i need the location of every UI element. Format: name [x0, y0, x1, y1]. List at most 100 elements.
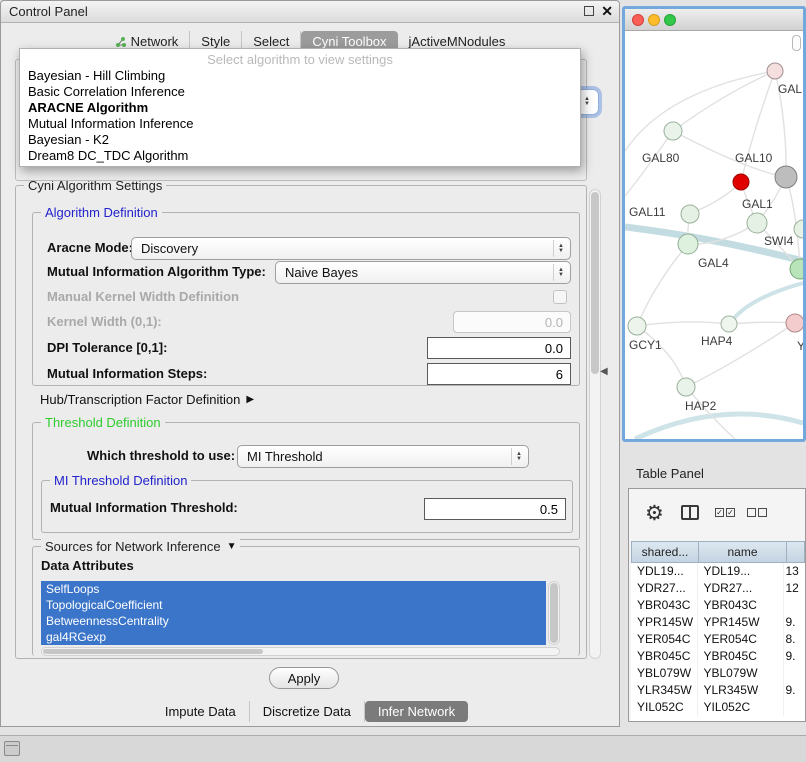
table-row[interactable]: YIL052CYIL052C: [631, 699, 805, 716]
attributes-vertical-scrollbar[interactable]: [548, 581, 560, 645]
mi-type-label: Mutual Information Algorithm Type:: [47, 261, 266, 283]
algorithm-menu-item[interactable]: Basic Correlation Inference: [20, 84, 580, 100]
table-cell: [784, 665, 806, 682]
table-cell: YBR043C: [698, 597, 784, 614]
sources-toggle[interactable]: Sources for Network Inference ▼: [41, 539, 240, 554]
algorithm-menu-item[interactable]: Dream8 DC_TDC Algorithm: [20, 148, 580, 164]
table-cell: [784, 597, 806, 614]
dpi-tolerance-input[interactable]: 0.0: [427, 337, 571, 359]
table-panel-title: Table Panel: [636, 466, 704, 481]
mi-steps-input[interactable]: 6: [427, 363, 571, 385]
network-node[interactable]: [664, 122, 682, 140]
dropdown-placeholder: Select algorithm to view settings: [20, 51, 580, 68]
hub-definition-toggle[interactable]: Hub/Transcription Factor Definition ▶: [40, 392, 254, 407]
network-edge[interactable]: [637, 244, 688, 326]
network-node[interactable]: [786, 314, 803, 332]
tab-impute-data[interactable]: Impute Data: [152, 701, 250, 722]
network-window-titlebar[interactable]: [625, 9, 803, 31]
table-row[interactable]: YER054CYER054C8.: [631, 631, 805, 648]
algorithm-menu-item[interactable]: Mutual Information Inference: [20, 116, 580, 132]
close-icon[interactable]: ✕: [601, 4, 613, 18]
manual-kernel-label: Manual Kernel Width Definition: [47, 286, 239, 308]
attribute-item[interactable]: BetweennessCentrality: [41, 613, 546, 629]
tab-infer-network[interactable]: Infer Network: [365, 701, 468, 722]
table-cell: YBL079W: [698, 665, 784, 682]
table-row[interactable]: YPR145WYPR145W9.: [631, 614, 805, 631]
splitter-collapse-icon[interactable]: ◀: [600, 366, 608, 377]
table-cell: 13: [784, 563, 806, 580]
unselect-all-columns-icon[interactable]: [747, 508, 767, 517]
which-threshold-combobox[interactable]: MI Threshold ▲▼: [237, 445, 529, 468]
network-edge[interactable]: [637, 326, 686, 387]
network-node[interactable]: [677, 378, 695, 396]
network-canvas[interactable]: GALGAL80GAL10GAL11GAL1SWI4GAL4GCY1HAP4YH…: [625, 31, 803, 439]
mi-type-combobox[interactable]: Naive Bayes ▲▼: [275, 261, 571, 284]
minimize-traffic-light[interactable]: [648, 14, 660, 26]
combo-stepper-icon: ▲▼: [579, 92, 594, 112]
select-all-columns-icon[interactable]: ✓ ✓: [715, 508, 735, 517]
network-edge[interactable]: [686, 323, 795, 387]
network-node-label: HAP4: [701, 334, 733, 348]
network-node[interactable]: [678, 234, 698, 254]
table-row[interactable]: YDR27...YDR27...12: [631, 580, 805, 597]
network-node[interactable]: [767, 63, 783, 79]
gear-icon[interactable]: ⚙: [645, 499, 664, 529]
network-node[interactable]: [721, 316, 737, 332]
network-edge[interactable]: [635, 414, 803, 439]
network-node-label: GAL1: [742, 197, 773, 211]
attribute-item[interactable]: TopologicalCoefficient: [41, 597, 546, 613]
column-header-name[interactable]: name: [699, 541, 787, 563]
algorithm-menu-item[interactable]: Bayesian - K2: [20, 132, 580, 148]
column-header-shared-name[interactable]: shared...: [631, 541, 699, 563]
table-header: shared... name: [631, 541, 805, 563]
network-edge[interactable]: [729, 322, 795, 324]
control-panel-titlebar[interactable]: Control Panel ✕: [1, 1, 619, 23]
table-row[interactable]: YBR043CYBR043C: [631, 597, 805, 614]
table-row[interactable]: YLR345WYLR345W9.: [631, 682, 805, 699]
attribute-item[interactable]: gal4RGexp: [41, 629, 546, 645]
network-edge[interactable]: [673, 71, 775, 131]
kernel-width-label: Kernel Width (0,1):: [47, 311, 162, 333]
table-cell: 9.: [784, 682, 806, 699]
zoom-traffic-light[interactable]: [664, 14, 676, 26]
table-row[interactable]: YBR045CYBR045C9.: [631, 648, 805, 665]
attribute-item[interactable]: SelfLoops: [41, 581, 546, 597]
cyni-bottom-tabbar: Impute Data Discretize Data Infer Networ…: [1, 701, 619, 722]
close-traffic-light[interactable]: [632, 14, 644, 26]
data-attributes-list[interactable]: SelfLoopsTopologicalCoefficientBetweenne…: [41, 581, 546, 645]
tab-discretize-data[interactable]: Discretize Data: [250, 701, 365, 722]
network-node[interactable]: [681, 205, 699, 223]
attributes-horizontal-scrollbar[interactable]: [41, 647, 560, 656]
aracne-mode-combobox[interactable]: Discovery ▲▼: [131, 237, 571, 260]
table-cell: 12: [784, 580, 806, 597]
table-cell: 9.: [784, 614, 806, 631]
table-row[interactable]: YBL079WYBL079W: [631, 665, 805, 682]
float-window-icon[interactable]: [584, 6, 594, 16]
column-header-cutoff[interactable]: [787, 541, 805, 563]
combo-stepper-icon: ▲▼: [553, 240, 568, 257]
network-scrollbar-thumb[interactable]: [792, 35, 801, 51]
mi-threshold-input[interactable]: 0.5: [424, 498, 566, 520]
sources-title: Sources for Network Inference: [45, 539, 221, 554]
table-cell: YDR27...: [698, 580, 784, 597]
collapsed-panel-icon[interactable]: [4, 741, 20, 756]
network-node[interactable]: [733, 174, 749, 190]
apply-button[interactable]: Apply: [269, 667, 339, 689]
table-row[interactable]: YDL19...YDL19...13: [631, 563, 805, 580]
network-node[interactable]: [747, 213, 767, 233]
kernel-width-input[interactable]: 0.0: [453, 311, 571, 333]
algorithm-menu-item[interactable]: Bayesian - Hill Climbing: [20, 68, 580, 84]
data-attributes-label: Data Attributes: [41, 555, 134, 577]
network-node[interactable]: [790, 259, 803, 279]
show-columns-icon[interactable]: [681, 505, 699, 520]
network-node[interactable]: [775, 166, 797, 188]
network-node[interactable]: [628, 317, 646, 335]
algorithm-menu-item[interactable]: ARACNE Algorithm: [20, 100, 580, 116]
control-panel-title: Control Panel: [9, 4, 88, 19]
manual-kernel-checkbox[interactable]: [553, 290, 567, 304]
settings-scrollbar[interactable]: [589, 189, 601, 659]
network-node-label: HAP2: [685, 399, 717, 413]
table-cell: YDR27...: [631, 580, 698, 597]
network-view-window: GALGAL80GAL10GAL11GAL1SWI4GAL4GCY1HAP4YH…: [622, 6, 806, 442]
network-edge[interactable]: [637, 322, 729, 326]
